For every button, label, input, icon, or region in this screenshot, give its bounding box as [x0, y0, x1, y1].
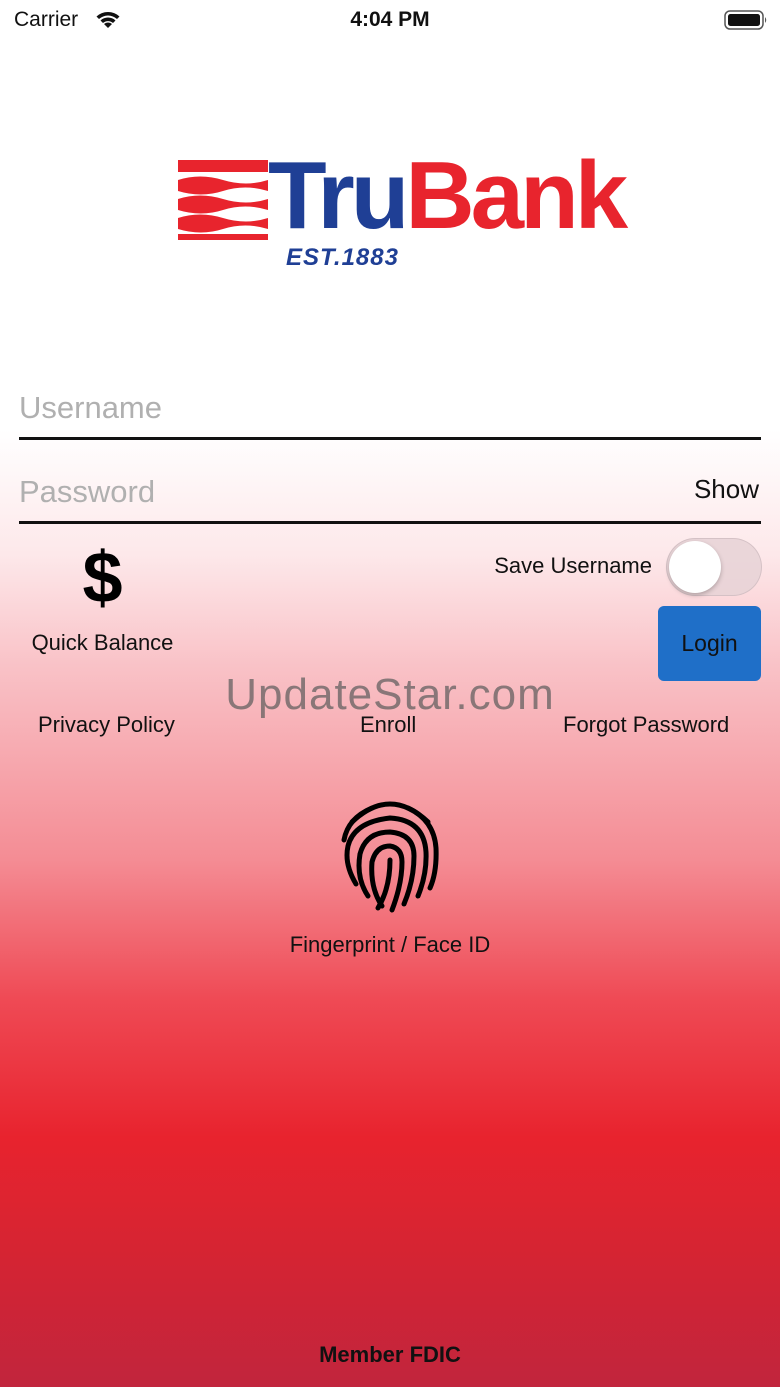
save-username-row: Save Username	[470, 538, 762, 596]
save-username-toggle[interactable]	[666, 538, 762, 596]
privacy-policy-link[interactable]: Privacy Policy	[38, 712, 175, 738]
password-input[interactable]	[19, 462, 619, 522]
toggle-knob	[669, 541, 721, 593]
enroll-link[interactable]: Enroll	[360, 712, 416, 738]
username-input[interactable]	[19, 378, 619, 438]
clock: 4:04 PM	[350, 8, 430, 31]
show-password-button[interactable]: Show	[694, 474, 759, 505]
logo-established: EST.1883	[286, 244, 399, 271]
member-fdic-footer: Member FDIC	[319, 1342, 461, 1367]
username-field-container	[19, 378, 761, 440]
logo-stripes-icon	[178, 160, 268, 240]
dollar-icon: $	[82, 538, 123, 618]
logo-bank-text: Bank	[405, 142, 628, 249]
logo-tru-text: Tru	[268, 142, 409, 249]
fingerprint-label: Fingerprint / Face ID	[289, 932, 491, 957]
save-username-label: Save Username	[494, 553, 652, 578]
battery-icon	[724, 10, 767, 30]
forgot-password-link[interactable]: Forgot Password	[563, 712, 729, 738]
trubank-logo: TruBank EST.1883	[178, 146, 628, 277]
quick-balance-label: Quick Balance	[31, 630, 174, 655]
status-bar: Carrier 4:04 PM	[0, 0, 780, 40]
fingerprint-icon[interactable]	[334, 792, 446, 914]
password-field-container: Show	[19, 462, 761, 524]
logo-wordmark: TruBank	[268, 146, 628, 246]
quick-balance-button[interactable]: $ Quick Balance	[20, 540, 185, 660]
